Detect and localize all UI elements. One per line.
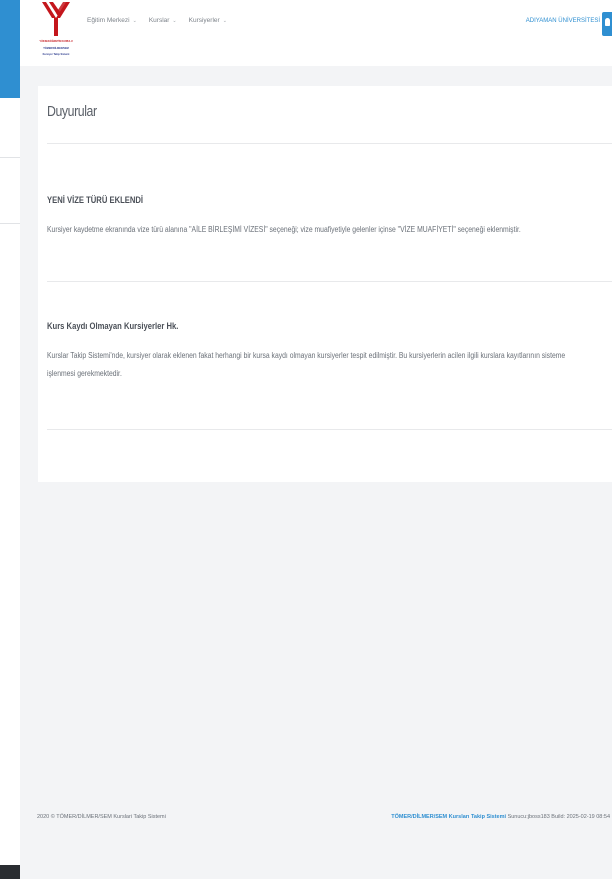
chevron-down-icon: ⌄ xyxy=(172,17,177,24)
sidebar-divider xyxy=(0,157,20,158)
logo-line: Kursiyer Takip Sistemi xyxy=(42,53,70,56)
sidebar xyxy=(0,0,20,879)
page-title: Duyurular xyxy=(47,103,97,120)
announcement-title: YENİ VİZE TÜRÜ EKLENDİ xyxy=(47,195,144,205)
divider xyxy=(47,143,612,144)
logo-line: TÖMER/DİLMER/SEM xyxy=(43,47,69,50)
footer-copyright: 2020 © TÖMER/DİLMER/SEM Kurslari Takip S… xyxy=(37,814,166,820)
footer-brand: TÖMER/DİLMER/SEM Kursları Takip Sistemi xyxy=(391,814,507,820)
yok-logo[interactable]: YÜKSEKÖĞRETİM KURULU TÖMER/DİLMER/SEM Ku… xyxy=(36,2,76,62)
footer-build: Sunucu:jboss183 Build: 2025-02-19 08:54 xyxy=(507,814,610,820)
sidebar-active-item[interactable] xyxy=(0,0,20,98)
sidebar-divider xyxy=(0,223,20,224)
sidebar-toggle-button[interactable] xyxy=(0,865,20,879)
footer-info: TÖMER/DİLMER/SEM Kursları Takip Sistemi … xyxy=(391,814,610,820)
announcement-title: Kurs Kaydı Olmayan Kursiyerler Hk. xyxy=(47,321,179,331)
nav-label: Kurslar xyxy=(148,17,170,24)
logo-line: YÜKSEKÖĞRETİM KURULU xyxy=(39,40,73,43)
divider xyxy=(47,429,612,430)
announcement-body: Kursiyer kaydetme ekranında vize türü al… xyxy=(47,225,521,234)
nav-label: Kursiyerler xyxy=(188,17,220,24)
announcement-body: Kurslar Takip Sistemi'nde, kursiyer olar… xyxy=(47,351,566,378)
divider xyxy=(47,281,612,282)
chevron-down-icon: ⌄ xyxy=(132,17,137,24)
main-nav: Eğitim Merkezi ⌄ Kurslar ⌄ Kursiyerler ⌄ xyxy=(87,17,227,24)
nav-kurslar[interactable]: Kurslar ⌄ xyxy=(149,17,177,24)
yok-logo-icon xyxy=(42,2,70,36)
university-link[interactable]: ADIYAMAN ÜNİVERSİTESİ xyxy=(526,18,600,24)
nav-kursiyerler[interactable]: Kursiyerler ⌄ xyxy=(189,17,227,24)
nav-label: Eğitim Merkezi xyxy=(87,17,130,24)
nav-egitim-merkezi[interactable]: Eğitim Merkezi ⌄ xyxy=(87,17,137,24)
user-menu-button[interactable] xyxy=(602,12,612,36)
announcements-card: Duyurular YENİ VİZE TÜRÜ EKLENDİ Kursiye… xyxy=(38,86,612,482)
top-header: YÜKSEKÖĞRETİM KURULU TÖMER/DİLMER/SEM Ku… xyxy=(20,0,612,66)
chevron-down-icon: ⌄ xyxy=(222,17,227,24)
